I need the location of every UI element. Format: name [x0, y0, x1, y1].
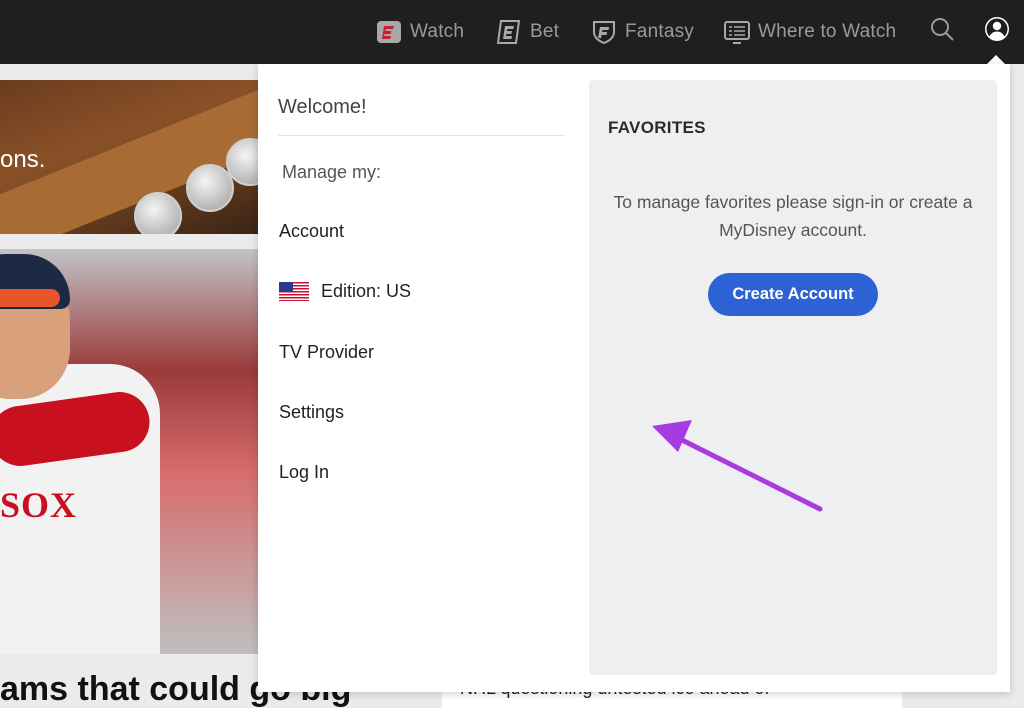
menu-item-settings[interactable]: Settings — [279, 402, 344, 423]
espn-watch-icon — [376, 19, 402, 45]
menu-item-log-in[interactable]: Log In — [279, 462, 329, 483]
search-button[interactable] — [929, 0, 955, 64]
nav-where-to-watch-label: Where to Watch — [758, 21, 897, 42]
menu-item-label: Log In — [279, 462, 330, 482]
search-icon — [929, 16, 955, 48]
fantasy-shield-icon — [591, 19, 617, 45]
nav-bet[interactable]: Bet — [496, 0, 559, 64]
profile-dropdown: Welcome! Manage my: Account Edition: US … — [258, 64, 1010, 692]
espn-bet-icon — [496, 19, 522, 45]
top-navigation-bar: Watch Bet Fantasy Where to Watch — [0, 0, 1024, 64]
nav-watch-label: Watch — [410, 21, 465, 42]
nav-fantasy-label: Fantasy — [625, 21, 694, 42]
story-image-2[interactable]: SOX — [0, 249, 258, 654]
user-profile-icon — [983, 15, 1011, 49]
menu-item-edition[interactable]: Edition: US — [279, 281, 411, 302]
menu-item-tv-provider[interactable]: TV Provider — [279, 342, 374, 363]
create-account-button[interactable]: Create Account — [708, 273, 878, 316]
annotation-arrow — [652, 420, 823, 512]
nav-watch[interactable]: Watch — [376, 0, 464, 64]
tv-guide-icon — [724, 19, 750, 45]
nav-where-to-watch[interactable]: Where to Watch — [724, 0, 896, 64]
story-image-1[interactable]: ons. — [0, 80, 258, 234]
welcome-heading: Welcome! — [278, 96, 367, 118]
favorites-panel: FAVORITES To manage favorites please sig… — [589, 80, 997, 675]
menu-item-label: Edition: US — [321, 281, 412, 301]
story-caption: ons. — [0, 146, 46, 173]
menu-item-label: Settings — [279, 402, 345, 422]
manage-label: Manage my: — [282, 162, 382, 182]
image-decoration — [0, 289, 60, 307]
favorites-title: FAVORITES — [608, 118, 706, 137]
nav-fantasy[interactable]: Fantasy — [591, 0, 694, 64]
nav-bet-label: Bet — [530, 21, 560, 42]
menu-item-label: Account — [279, 221, 345, 241]
menu-item-label: TV Provider — [279, 342, 375, 362]
image-decoration — [186, 164, 234, 212]
jersey-text: SOX — [0, 485, 78, 525]
image-decoration — [134, 192, 182, 234]
favorites-message: To manage favorites please sign-in or cr… — [613, 192, 973, 240]
divider — [278, 135, 565, 136]
us-flag-icon — [279, 282, 309, 301]
menu-item-account[interactable]: Account — [279, 221, 344, 242]
